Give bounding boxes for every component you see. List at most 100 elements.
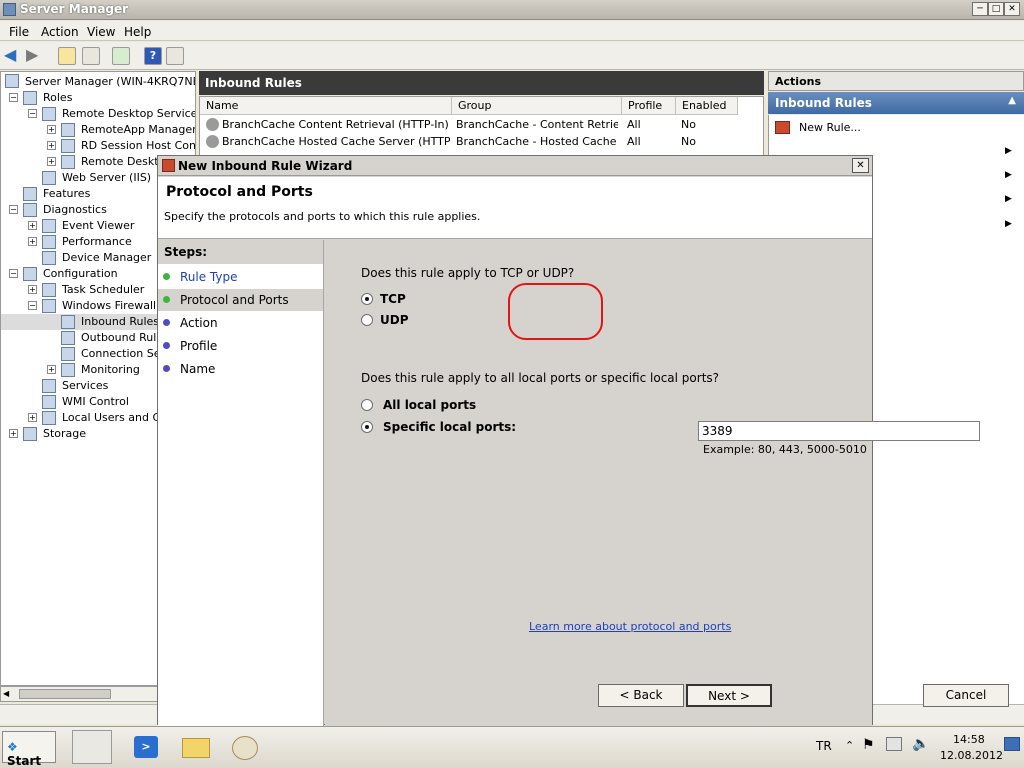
step-action: Action	[158, 312, 323, 334]
udp-label[interactable]: UDP	[380, 313, 409, 327]
dialog-header: Protocol and Ports Specify the protocols…	[158, 177, 872, 239]
specific-ports-label[interactable]: Specific local ports:	[383, 420, 516, 434]
expand-icon[interactable]: +	[28, 285, 37, 294]
dialog-close-button[interactable]: ✕	[852, 158, 869, 173]
expand-icon[interactable]: +	[47, 141, 56, 150]
step-label: Protocol and Ports	[180, 293, 289, 307]
next-button[interactable]: Next >	[686, 684, 772, 707]
server-manager-taskbar-icon[interactable]	[72, 730, 112, 764]
step-label: Profile	[180, 339, 218, 353]
tree-node-icon	[42, 299, 56, 313]
submenu-arrow-icon[interactable]: ▶	[1005, 219, 1012, 229]
dialog-titlebar[interactable]: New Inbound Rule Wizard ✕	[158, 156, 872, 176]
column-profile[interactable]: Profile	[622, 97, 676, 115]
collapse-icon[interactable]: −	[9, 93, 18, 102]
show-hide-tree-icon[interactable]	[82, 47, 100, 65]
tree-item[interactable]: + RD Session Host Config	[1, 138, 195, 154]
back-arrow-icon[interactable]: ◀	[4, 47, 22, 65]
steps-title: Steps:	[158, 240, 323, 264]
column-name[interactable]: Name	[200, 97, 452, 115]
submenu-arrow-icon[interactable]: ▶	[1005, 194, 1012, 204]
actions-header: Actions	[768, 71, 1024, 91]
volume-icon[interactable]: 🔈	[912, 736, 929, 752]
column-group[interactable]: Group	[452, 97, 622, 115]
tree-node-icon	[61, 139, 75, 153]
tree-item-label: Inbound Rules	[81, 315, 160, 328]
expand-icon[interactable]: +	[47, 125, 56, 134]
new-rule-icon	[775, 121, 790, 134]
server-icon	[5, 74, 19, 88]
submenu-arrow-icon[interactable]: ▶	[1005, 170, 1012, 180]
expand-icon[interactable]: +	[9, 429, 18, 438]
menu-help[interactable]: Help	[124, 25, 151, 39]
all-ports-label[interactable]: All local ports	[383, 398, 476, 412]
action-new-rule[interactable]: New Rule...	[799, 121, 861, 134]
window-titlebar[interactable]: Server Manager ─ □ ✕	[0, 0, 1024, 20]
row-enabled: No	[681, 118, 696, 131]
submenu-arrow-icon[interactable]: ▶	[1005, 146, 1012, 156]
maximize-button[interactable]: □	[988, 2, 1004, 16]
new-inbound-rule-wizard: New Inbound Rule Wizard ✕ Protocol and P…	[157, 155, 1009, 726]
cancel-button[interactable]: Cancel	[923, 684, 1009, 707]
window-title: Server Manager	[20, 2, 129, 16]
all-ports-radio[interactable]	[361, 399, 373, 411]
tree-node-icon	[61, 315, 75, 329]
up-folder-icon[interactable]	[58, 47, 76, 65]
scroll-left-icon[interactable]: ◀	[3, 689, 13, 699]
tree-item-label: Roles	[43, 91, 73, 104]
show-action-pane-icon[interactable]	[166, 47, 184, 65]
tcp-label[interactable]: TCP	[380, 292, 406, 306]
export-list-icon[interactable]	[112, 47, 130, 65]
action-center-flag-icon[interactable]: ⚑	[862, 737, 875, 753]
column-enabled[interactable]: Enabled	[676, 97, 738, 115]
page-title: Protocol and Ports	[166, 184, 313, 200]
clock-time[interactable]: 14:58	[953, 733, 985, 746]
expand-icon[interactable]: +	[28, 413, 37, 422]
paint-icon[interactable]	[226, 730, 266, 764]
powershell-icon[interactable]: >	[126, 730, 166, 764]
tree-item[interactable]: − Roles	[1, 90, 195, 106]
minimize-button[interactable]: ─	[972, 2, 988, 16]
collapse-icon[interactable]: −	[28, 301, 37, 310]
tcp-radio[interactable]	[361, 293, 373, 305]
red-annotation-circle	[508, 283, 603, 340]
network-icon[interactable]	[886, 737, 902, 751]
menu-view[interactable]: View	[87, 25, 115, 39]
language-indicator[interactable]: TR	[816, 739, 832, 753]
back-button[interactable]: < Back	[598, 684, 684, 707]
clock-date[interactable]: 12.08.2012	[940, 749, 1003, 762]
udp-radio[interactable]	[361, 314, 373, 326]
tree-item[interactable]: − Remote Desktop Services	[1, 106, 195, 122]
tree-item-label: Storage	[43, 427, 87, 440]
collapse-icon[interactable]: −	[9, 205, 18, 214]
show-desktop-icon[interactable]	[1004, 737, 1020, 751]
collapse-icon[interactable]: −	[9, 269, 18, 278]
tree-item[interactable]: + RemoteApp Manager (V	[1, 122, 195, 138]
step-rule-type[interactable]: Rule Type	[158, 266, 323, 288]
specific-ports-radio[interactable]	[361, 421, 373, 433]
collapse-icon[interactable]: ▲	[1008, 95, 1016, 106]
explorer-folder-icon[interactable]	[176, 730, 216, 764]
expand-icon[interactable]: +	[28, 237, 37, 246]
tree-node-icon	[42, 379, 56, 393]
show-hidden-icons-icon[interactable]: ⌃	[845, 739, 854, 752]
close-button[interactable]: ✕	[1004, 2, 1020, 16]
step-pending-icon	[163, 365, 170, 372]
tree-node-icon	[42, 411, 56, 425]
learn-more-link[interactable]: Learn more about protocol and ports	[529, 620, 731, 633]
expand-icon[interactable]: +	[47, 365, 56, 374]
actions-section-inbound-rules[interactable]: Inbound Rules ▲	[768, 92, 1024, 114]
forward-arrow-icon[interactable]: ▶	[26, 47, 44, 65]
expand-icon[interactable]: +	[47, 157, 56, 166]
collapse-icon[interactable]: −	[28, 109, 37, 118]
start-button[interactable]: ❖ Start	[2, 731, 56, 768]
help-icon[interactable]: ?	[144, 47, 162, 65]
scroll-thumb[interactable]	[19, 689, 111, 699]
menu-file[interactable]: File	[9, 25, 29, 39]
windows-logo-icon: ❖	[7, 740, 18, 754]
tree-root-label: Server Manager (WIN-4KRQ7NB2A	[25, 75, 196, 88]
expand-icon[interactable]: +	[28, 221, 37, 230]
ports-input[interactable]	[698, 421, 980, 441]
tree-item-label: Features	[43, 187, 91, 200]
menu-action[interactable]: Action	[41, 25, 79, 39]
